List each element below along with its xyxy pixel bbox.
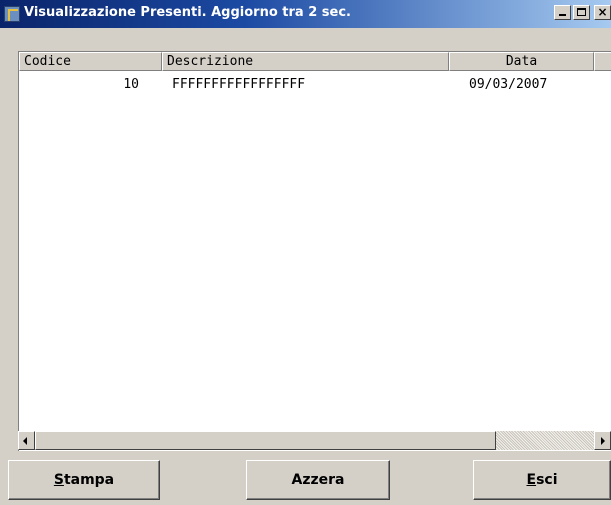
scroll-right-icon (601, 437, 605, 445)
stampa-button[interactable]: Stampa (8, 460, 160, 500)
horizontal-scrollbar[interactable] (18, 431, 611, 450)
esci-mnemonic: E (526, 472, 537, 488)
column-header-empty[interactable] (594, 52, 611, 71)
title-bar[interactable]: Visualizzazione Presenti. Aggiorno tra 2… (0, 0, 611, 28)
azzera-label: Azzera (291, 472, 345, 488)
esci-label: sci (536, 472, 558, 488)
scrollbar-thumb[interactable] (35, 431, 496, 450)
close-button[interactable]: × (594, 5, 611, 20)
cell-data: 09/03/2007 (469, 77, 548, 92)
azzera-button[interactable]: Azzera (246, 460, 390, 500)
scroll-right-button[interactable] (594, 431, 611, 450)
presence-list[interactable]: Codice Descrizione Data 10 FFFFFFFFFFFFF… (18, 51, 611, 451)
column-header-codice[interactable]: Codice (19, 52, 162, 71)
esci-button[interactable]: Esci (473, 460, 611, 500)
column-header-descrizione[interactable]: Descrizione (162, 52, 449, 71)
scroll-left-button[interactable] (18, 431, 35, 450)
list-header: Codice Descrizione Data (19, 52, 611, 71)
stampa-label: tampa (63, 472, 115, 488)
app-icon[interactable] (4, 6, 20, 22)
column-header-data[interactable]: Data (449, 52, 594, 71)
minimize-button[interactable] (554, 5, 571, 20)
window-title: Visualizzazione Presenti. Aggiorno tra 2… (24, 5, 351, 20)
cell-codice: 10 (123, 77, 139, 92)
scrollbar-track[interactable] (496, 431, 594, 450)
cell-descrizione: FFFFFFFFFFFFFFFFF (172, 77, 306, 92)
maximize-button[interactable] (573, 5, 590, 20)
scroll-left-icon (23, 437, 27, 445)
stampa-mnemonic: S (53, 472, 64, 488)
